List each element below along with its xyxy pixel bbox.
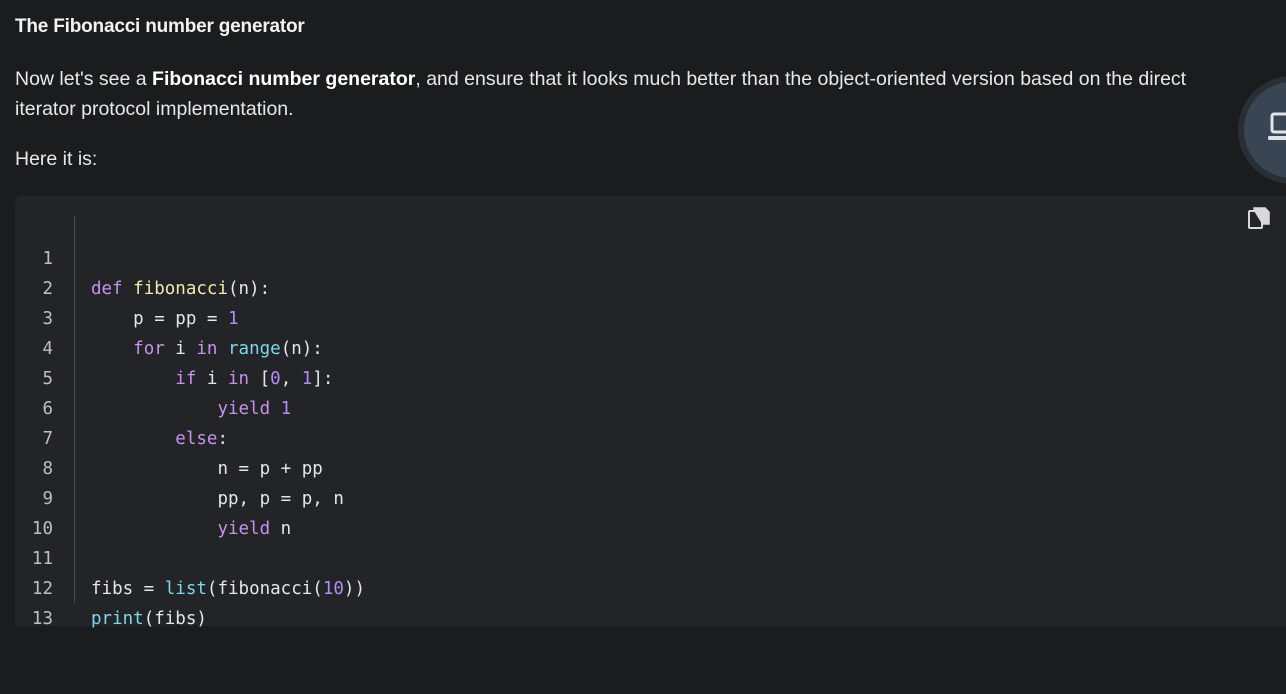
copy-icon	[1248, 207, 1270, 229]
laptop-icon	[1268, 112, 1286, 140]
code-line: 3 for i in range(n):	[15, 274, 1215, 359]
line-number: 13	[31, 609, 53, 629]
code-line: 1 def fibonacci(n):	[15, 214, 1215, 299]
code-line: 5 yield 1	[15, 334, 1215, 419]
code-line: 9 yield n	[15, 454, 1215, 539]
section-title: The Fibonacci number generator	[15, 16, 305, 37]
intro-text-line2: iterator protocol implementation.	[15, 98, 294, 120]
code-line: 4 if i in [0, 1]:	[15, 304, 1215, 389]
code-line: 11 fibs = list(fibonacci(10))	[15, 514, 1215, 599]
code-line: 8 pp, p = p, n	[15, 424, 1215, 509]
code-line: 2 p = pp = 1	[15, 244, 1215, 329]
code-line: 7 n = p + pp	[15, 394, 1215, 479]
intro-text: Now let's see a	[15, 68, 153, 90]
code-text: print(fibs)	[91, 609, 207, 629]
code-line: 10	[15, 484, 1215, 539]
intro-text-continued: , and ensure that it looks much better t…	[415, 68, 1187, 90]
copy-button[interactable]	[1247, 206, 1271, 232]
code-line: 12 print(fibs)	[15, 544, 1215, 629]
code-line: 13	[15, 574, 1215, 629]
intro-paragraph: Now let's see a Fibonacci number generat…	[15, 64, 1280, 124]
code-line: 6 else:	[15, 364, 1215, 449]
here-text: Here it is:	[15, 148, 98, 170]
intro-bold-text: Fibonacci number generator	[152, 68, 416, 90]
code-block: 1 def fibonacci(n): 2 p = pp = 1 3 for i…	[15, 196, 1286, 629]
